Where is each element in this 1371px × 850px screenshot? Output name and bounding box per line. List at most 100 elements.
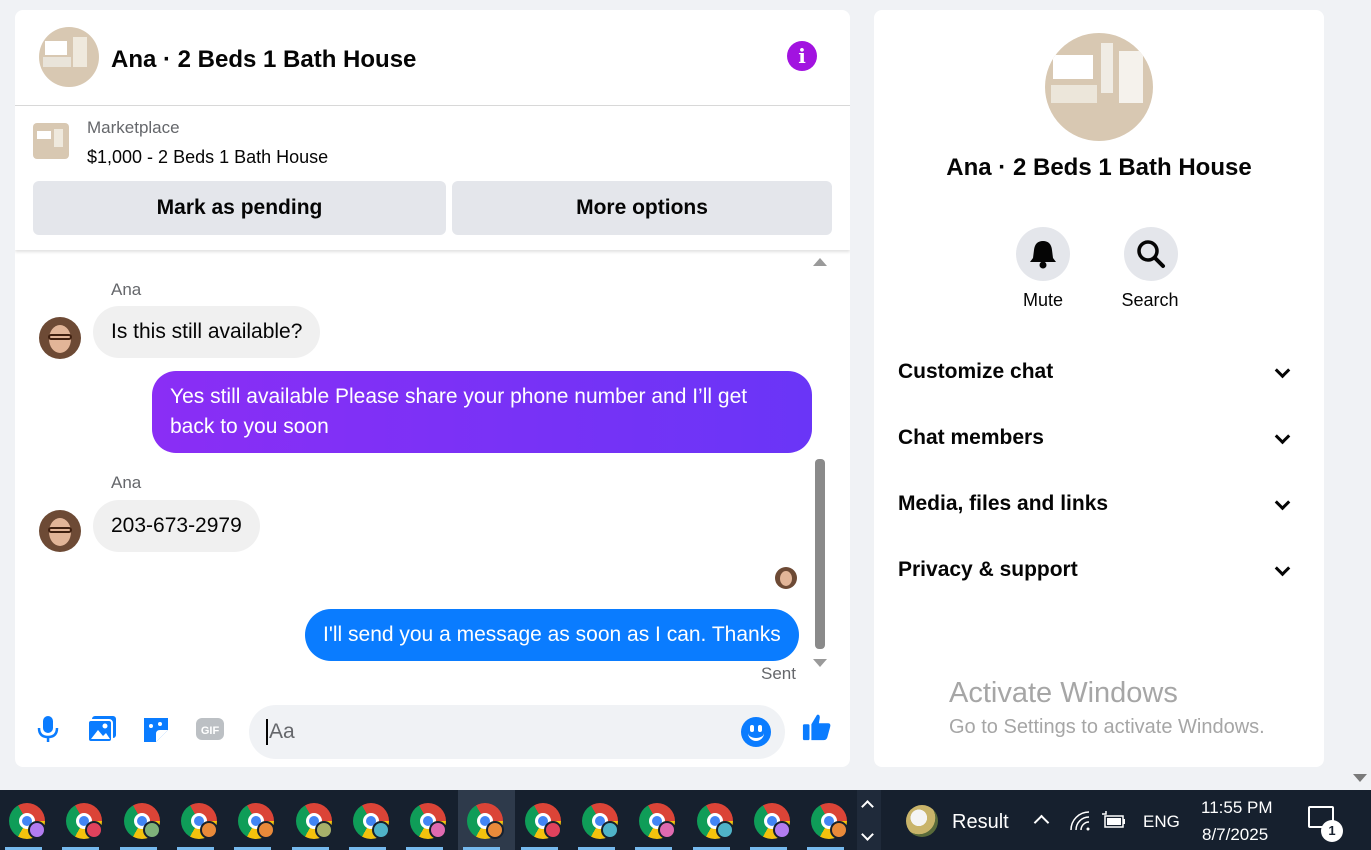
profile-badge-icon <box>314 821 333 839</box>
info-icon[interactable]: i <box>787 41 817 71</box>
chevron-down-icon[interactable] <box>861 828 874 841</box>
profile-badge-icon <box>715 821 734 839</box>
section-label: Privacy & support <box>898 558 1078 581</box>
gif-icon[interactable]: GIF <box>194 714 226 744</box>
photo-icon[interactable] <box>86 714 118 744</box>
profile-badge-icon <box>85 821 104 839</box>
taskbar-chrome-button[interactable] <box>802 790 859 850</box>
message-input-placeholder: Aa <box>269 720 295 743</box>
profile-badge-icon <box>371 821 390 839</box>
section-label: Media, files and links <box>898 492 1109 515</box>
profile-badge-icon <box>28 821 46 839</box>
taskbar-chrome-button[interactable] <box>401 790 458 850</box>
listing-title[interactable]: $1,000 - 2 Beds 1 Bath House <box>87 147 328 168</box>
message-composer: GIF Aa <box>15 690 850 767</box>
language-indicator[interactable]: ENG <box>1143 812 1180 832</box>
search-label: Search <box>1121 290 1179 310</box>
emoji-icon[interactable] <box>741 717 771 747</box>
profile-badge-icon <box>199 821 218 839</box>
widget-label[interactable]: Result <box>952 811 1009 834</box>
taskbar-chrome-button[interactable] <box>287 790 344 850</box>
taskbar-chrome-button[interactable] <box>688 790 745 850</box>
profile-badge-icon <box>486 821 505 839</box>
taskbar-chrome-button[interactable] <box>229 790 286 850</box>
more-options-button[interactable]: More options <box>452 181 832 235</box>
listing-thumbnail <box>33 123 69 159</box>
system-tray: Result ENG 11:55 PM 8/7/2025 1 <box>881 790 1371 850</box>
section-label: Chat members <box>898 426 1044 449</box>
read-receipt-avatar <box>775 567 797 589</box>
taskbar-chrome-button[interactable] <box>57 790 114 850</box>
page-scroll-down-arrow[interactable] <box>1353 774 1367 782</box>
thumbs-up-icon[interactable] <box>801 712 833 742</box>
soccer-ball-icon[interactable] <box>906 805 938 837</box>
message-status: Sent <box>761 664 796 683</box>
message-list: Ana Is this still available? Yes still a… <box>15 260 850 683</box>
profile-badge-icon <box>429 821 448 839</box>
taskbar-scroll[interactable] <box>857 790 881 850</box>
sender-name: Ana <box>111 280 142 299</box>
marketplace-label: Marketplace <box>87 118 180 137</box>
clock-date[interactable]: 8/7/2025 <box>1202 825 1268 845</box>
notification-count: 1 <box>1321 820 1343 842</box>
chat-title[interactable]: Ana · 2 Beds 1 Bath House <box>111 46 416 74</box>
message-bubble-incoming[interactable]: 203-673-2979 <box>93 500 260 552</box>
text-caret <box>266 719 268 745</box>
taskbar-chrome-button[interactable] <box>0 790 57 850</box>
clock-time[interactable]: 11:55 PM <box>1201 798 1273 818</box>
taskbar-chrome-button[interactable] <box>573 790 630 850</box>
listing-avatar[interactable] <box>39 27 99 87</box>
profile-badge-icon <box>772 821 791 839</box>
section-privacy-support[interactable]: Privacy & support <box>898 550 1300 590</box>
microphone-icon[interactable] <box>32 714 64 744</box>
wifi-icon[interactable] <box>1069 810 1091 832</box>
message-bubble-outgoing[interactable]: Yes still available Please share your ph… <box>152 371 812 453</box>
section-media-files-links[interactable]: Media, files and links <box>898 484 1300 524</box>
chevron-down-icon <box>1274 560 1291 577</box>
chat-panel: Ana · 2 Beds 1 Bath House i Marketplace … <box>15 10 850 767</box>
chevron-up-icon[interactable] <box>861 800 874 813</box>
taskbar-chrome-button[interactable] <box>630 790 687 850</box>
scroll-up-arrow[interactable] <box>813 258 827 266</box>
info-title: Ana · 2 Beds 1 Bath House <box>946 154 1252 181</box>
search-button[interactable] <box>1124 227 1178 281</box>
taskbar-chrome-button[interactable] <box>745 790 802 850</box>
taskbar-chrome-button[interactable] <box>516 790 573 850</box>
avatar[interactable] <box>39 510 81 552</box>
avatar[interactable] <box>39 317 81 359</box>
message-input[interactable]: Aa <box>249 705 785 759</box>
sticker-icon[interactable] <box>140 714 172 744</box>
profile-badge-icon <box>142 821 161 839</box>
activate-windows-subtitle: Go to Settings to activate Windows. <box>949 716 1265 738</box>
section-label: Customize chat <box>898 360 1054 383</box>
listing-avatar-large[interactable] <box>1045 33 1153 141</box>
chevron-up-icon[interactable] <box>1033 814 1050 831</box>
sender-name: Ana <box>111 473 142 492</box>
taskbar-chrome-button[interactable] <box>344 790 401 850</box>
scrollbar-thumb[interactable] <box>815 459 825 649</box>
taskbar-chrome-button[interactable] <box>458 790 516 850</box>
chevron-down-icon <box>1274 428 1291 445</box>
chat-info-panel: Ana · 2 Beds 1 Bath House Mute Search Cu… <box>874 10 1324 767</box>
message-bubble-incoming[interactable]: Is this still available? <box>93 306 321 358</box>
chat-header: Ana · 2 Beds 1 Bath House i <box>15 10 850 106</box>
scroll-down-arrow[interactable] <box>813 659 827 667</box>
activate-windows-title: Activate Windows <box>949 677 1178 709</box>
taskbar-chrome-button[interactable] <box>115 790 172 850</box>
profile-badge-icon <box>830 821 849 839</box>
section-customize-chat[interactable]: Customize chat <box>898 352 1300 392</box>
bell-icon <box>1030 241 1056 269</box>
mute-label: Mute <box>1022 290 1064 310</box>
message-bubble-outgoing[interactable]: I'll send you a message as soon as I can… <box>305 609 799 661</box>
svg-text:GIF: GIF <box>201 725 220 737</box>
taskbar-chrome-button[interactable] <box>172 790 229 850</box>
profile-badge-icon <box>658 821 677 839</box>
chevron-down-icon <box>1274 362 1291 379</box>
marketplace-banner: Marketplace $1,000 - 2 Beds 1 Bath House… <box>15 106 850 250</box>
profile-badge-icon <box>257 821 276 839</box>
mute-button[interactable] <box>1016 227 1070 281</box>
battery-icon[interactable] <box>1101 810 1127 832</box>
mark-as-pending-button[interactable]: Mark as pending <box>33 181 446 235</box>
taskbar: Result ENG 11:55 PM 8/7/2025 1 <box>0 790 1371 850</box>
section-chat-members[interactable]: Chat members <box>898 418 1300 458</box>
